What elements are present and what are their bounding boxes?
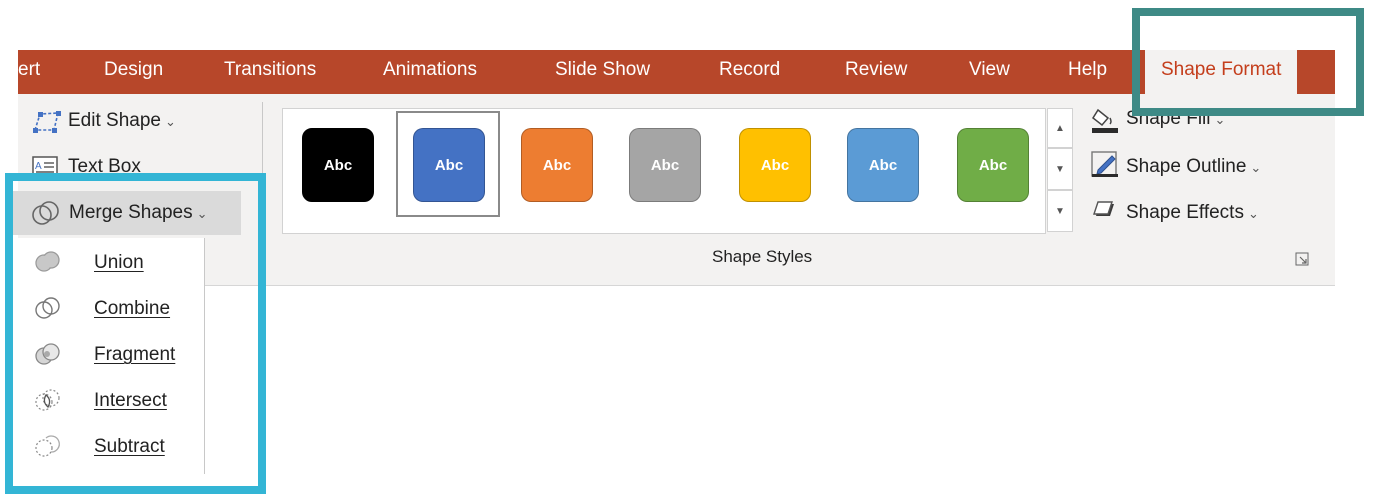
pencil-outline-icon [1091, 151, 1118, 177]
swatch-label: Abc [542, 156, 572, 174]
swatch-label: Abc [760, 156, 790, 174]
gallery-scroll-up-button[interactable]: ▲ [1047, 108, 1073, 148]
highlight-frame-shape-format-tab [1132, 8, 1364, 116]
style-swatch-gold[interactable]: Abc [739, 128, 811, 202]
style-swatch-orange[interactable]: Abc [521, 128, 593, 202]
shape-outline-label: Shape Outline [1126, 156, 1247, 177]
style-swatch-gray[interactable]: Abc [629, 128, 701, 202]
tab-help[interactable]: Help [1068, 50, 1107, 94]
tab-insert[interactable]: ert [18, 50, 40, 94]
paint-bucket-icon [1092, 108, 1118, 133]
highlight-frame-merge-shapes [5, 173, 266, 494]
tab-view[interactable]: View [969, 50, 1010, 94]
tab-transitions[interactable]: Transitions [224, 50, 316, 94]
tab-animations[interactable]: Animations [383, 50, 477, 94]
chevron-down-icon: ⌄ [164, 114, 176, 129]
dialog-launcher-icon[interactable] [1295, 252, 1309, 266]
tab-design[interactable]: Design [104, 50, 163, 94]
swatch-label: Abc [650, 156, 680, 174]
style-swatch-blue[interactable]: Abc [413, 128, 485, 202]
style-swatch-green[interactable]: Abc [957, 128, 1029, 202]
more-dropdown-icon: ▼ [1055, 205, 1065, 217]
swatch-label: Abc [868, 156, 898, 174]
shape-effects-label: Shape Effects [1126, 202, 1244, 223]
caret-up-icon: ▲ [1055, 122, 1065, 134]
shape-effects-icon [1093, 201, 1114, 216]
swatch-label: Abc [434, 156, 464, 174]
svg-text:A: A [35, 161, 42, 172]
tab-record[interactable]: Record [719, 50, 780, 94]
gallery-scroll-down-button[interactable]: ▼ [1047, 148, 1073, 190]
swatch-label: Abc [978, 156, 1008, 174]
style-swatch-black[interactable]: Abc [302, 128, 374, 202]
edit-shape-icon [33, 111, 61, 133]
tab-slide-show[interactable]: Slide Show [555, 50, 650, 94]
style-swatch-light-blue[interactable]: Abc [847, 128, 919, 202]
caret-down-icon: ▼ [1055, 163, 1065, 175]
tab-review[interactable]: Review [845, 50, 907, 94]
edit-shape-label: Edit Shape [68, 110, 161, 131]
gallery-more-button[interactable]: ▼ [1047, 190, 1073, 232]
chevron-down-icon: ⌄ [1247, 206, 1259, 221]
swatch-label: Abc [323, 156, 353, 174]
shape-styles-group-label: Shape Styles [712, 247, 813, 266]
chevron-down-icon: ⌄ [1250, 160, 1262, 175]
